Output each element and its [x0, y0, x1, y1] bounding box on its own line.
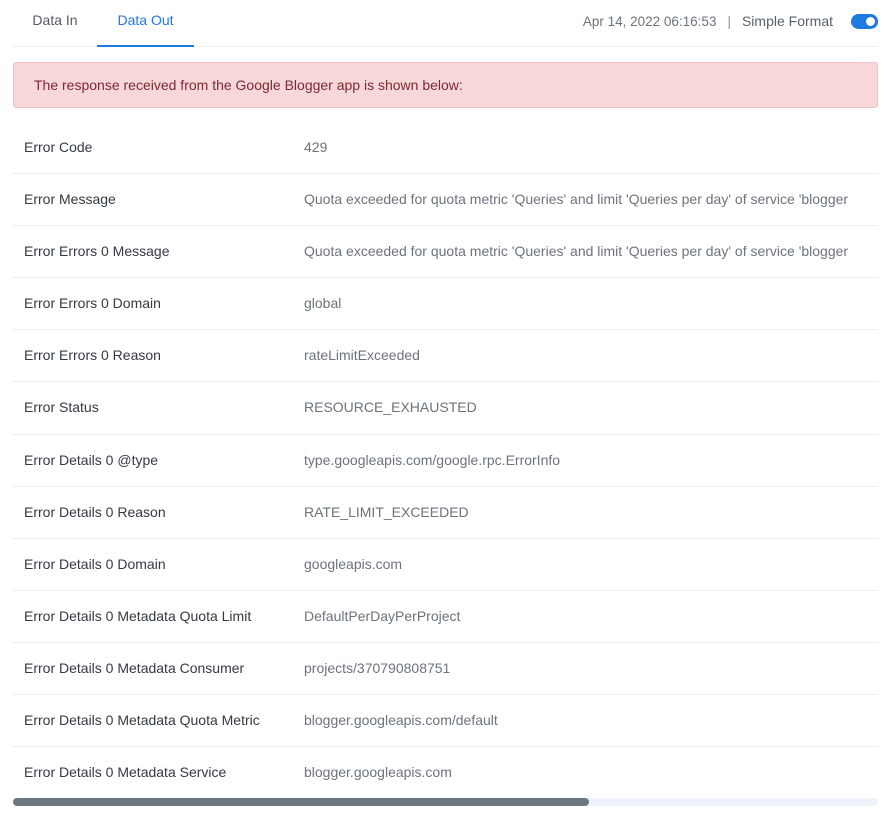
- row-value: RESOURCE_EXHAUSTED: [304, 399, 477, 416]
- simple-format-label: Simple Format: [741, 13, 833, 29]
- row-key: Error Details 0 Reason: [24, 503, 166, 520]
- table-row: Error Message Quota exceeded for quota me…: [13, 174, 878, 227]
- row-key: Error Status: [24, 399, 99, 416]
- tab-data-in[interactable]: Data In: [13, 0, 97, 47]
- response-table: Error Code 429 Error Message Quota exceede…: [13, 122, 878, 799]
- table-row: Error Details 0 Reason RATE_LIMIT_EXCEEDE…: [13, 487, 878, 539]
- table-row: Error Errors 0 Reason rateLimitExceeded: [13, 330, 878, 383]
- alert-text: The response received from the Google Bl…: [34, 77, 463, 93]
- row-key: Error Message: [24, 191, 116, 208]
- table-row: Error Details 0 @type type.googleapis.com…: [13, 435, 878, 487]
- row-value: Quota exceeded for quota metric 'Queries…: [304, 243, 849, 260]
- table-row: Error Status RESOURCE_EXHAUSTED: [13, 382, 878, 435]
- row-key: Error Details 0 Metadata Quota Metric: [24, 712, 260, 729]
- scrollbar-thumb[interactable]: [13, 798, 589, 806]
- row-value: rateLimitExceeded: [304, 347, 420, 364]
- table-row: Error Details 0 Metadata Consumer project…: [13, 643, 878, 696]
- row-value: 429: [304, 139, 328, 155]
- row-key: Error Code: [24, 139, 93, 155]
- row-value: RATE_LIMIT_EXCEEDED: [304, 503, 469, 520]
- row-key: Error Details 0 Metadata Quota Limit: [24, 607, 252, 624]
- row-key: Error Errors 0 Reason: [24, 347, 161, 364]
- row-value: global: [304, 295, 342, 312]
- row-key: Error Details 0 @type: [24, 451, 159, 468]
- row-key: Error Details 0 Metadata Service: [24, 764, 227, 781]
- row-key: Error Details 0 Metadata Consumer: [24, 659, 245, 676]
- table-row: Error Details 0 Metadata Quota Limit Defa…: [13, 591, 878, 643]
- row-value: projects/370790808751: [304, 659, 451, 676]
- horizontal-scrollbar[interactable]: [13, 798, 878, 806]
- row-key: Error Errors 0 Domain: [24, 295, 161, 312]
- row-value: DefaultPerDayPerProject: [304, 607, 461, 624]
- table-row: Error Errors 0 Domain global: [13, 278, 878, 331]
- header-meta: Apr 14, 2022 06:16:53 | Simple Format: [583, 12, 878, 30]
- table-row: Error Details 0 Domain googleapis.com: [13, 539, 878, 591]
- response-alert: The response received from the Google Bl…: [13, 62, 878, 108]
- table-row: Error Details 0 Metadata Service blogger.…: [13, 747, 878, 799]
- table-row: Error Errors 0 Message Quota exceeded for…: [13, 226, 878, 279]
- row-key: Error Errors 0 Message: [24, 243, 170, 260]
- row-value: Quota exceeded for quota metric 'Queries…: [304, 191, 849, 208]
- row-value: blogger.googleapis.com/default: [304, 712, 498, 729]
- timestamp: Apr 14, 2022 06:16:53: [582, 13, 717, 29]
- table-row: Error Code 429: [13, 122, 878, 175]
- row-value: googleapis.com: [304, 555, 403, 572]
- row-value: type.googleapis.com/google.rpc.ErrorInfo: [304, 451, 561, 468]
- row-key: Error Details 0 Domain: [24, 555, 166, 572]
- simple-format-toggle[interactable]: [851, 13, 878, 29]
- row-value: blogger.googleapis.com: [304, 764, 452, 781]
- toggle-knob: [866, 16, 875, 26]
- table-row: Error Details 0 Metadata Quota Metric blo…: [13, 695, 878, 748]
- tab-data-out[interactable]: Data Out: [97, 0, 194, 47]
- separator: |: [727, 13, 731, 29]
